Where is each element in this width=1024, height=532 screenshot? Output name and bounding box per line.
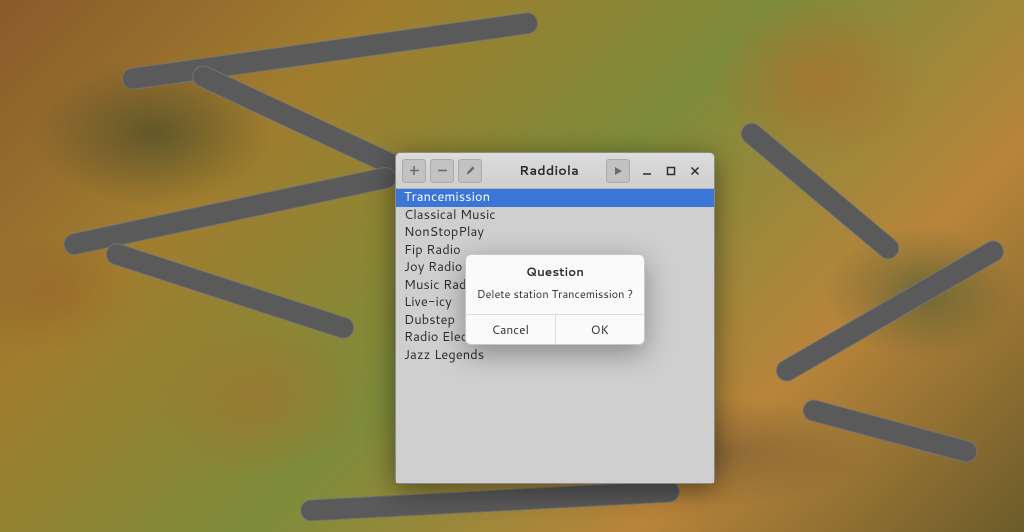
- minimize-icon: [642, 166, 652, 176]
- pencil-icon: [465, 165, 476, 176]
- play-icon: [613, 166, 623, 176]
- dialog-title: Question: [466, 255, 644, 284]
- window-title: Raddiola: [486, 162, 602, 180]
- list-item[interactable]: Classical Music: [396, 207, 714, 225]
- play-button[interactable]: [606, 159, 630, 183]
- station-name: Classical Music: [404, 207, 496, 224]
- edit-station-button[interactable]: [458, 159, 482, 183]
- confirm-dialog: Question Delete station Trancemission ? …: [465, 254, 645, 345]
- titlebar[interactable]: Raddiola: [396, 153, 714, 189]
- maximize-icon: [666, 166, 676, 176]
- station-name: Jazz Legends: [404, 347, 484, 364]
- maximize-button[interactable]: [664, 164, 678, 178]
- dialog-button-row: Cancel OK: [466, 314, 644, 344]
- list-item[interactable]: Trancemission: [396, 189, 714, 207]
- minus-icon: [437, 165, 448, 176]
- ok-button[interactable]: OK: [556, 315, 645, 344]
- dialog-message: Delete station Trancemission ?: [466, 284, 644, 314]
- plus-icon: [409, 165, 420, 176]
- station-name: Dubstep: [404, 312, 455, 329]
- remove-station-button[interactable]: [430, 159, 454, 183]
- add-station-button[interactable]: [402, 159, 426, 183]
- station-name: Live-icy: [404, 294, 452, 311]
- minimize-button[interactable]: [640, 164, 654, 178]
- cancel-button[interactable]: Cancel: [466, 315, 556, 344]
- list-item[interactable]: Jazz Legends: [396, 347, 714, 365]
- close-button[interactable]: [688, 164, 702, 178]
- station-name: Fip Radio: [404, 242, 461, 259]
- close-icon: [690, 166, 700, 176]
- list-item[interactable]: NonStopPlay: [396, 224, 714, 242]
- station-name: NonStopPlay: [404, 224, 484, 241]
- station-name: Trancemission: [404, 189, 490, 206]
- station-name: Joy Radio: [404, 259, 463, 276]
